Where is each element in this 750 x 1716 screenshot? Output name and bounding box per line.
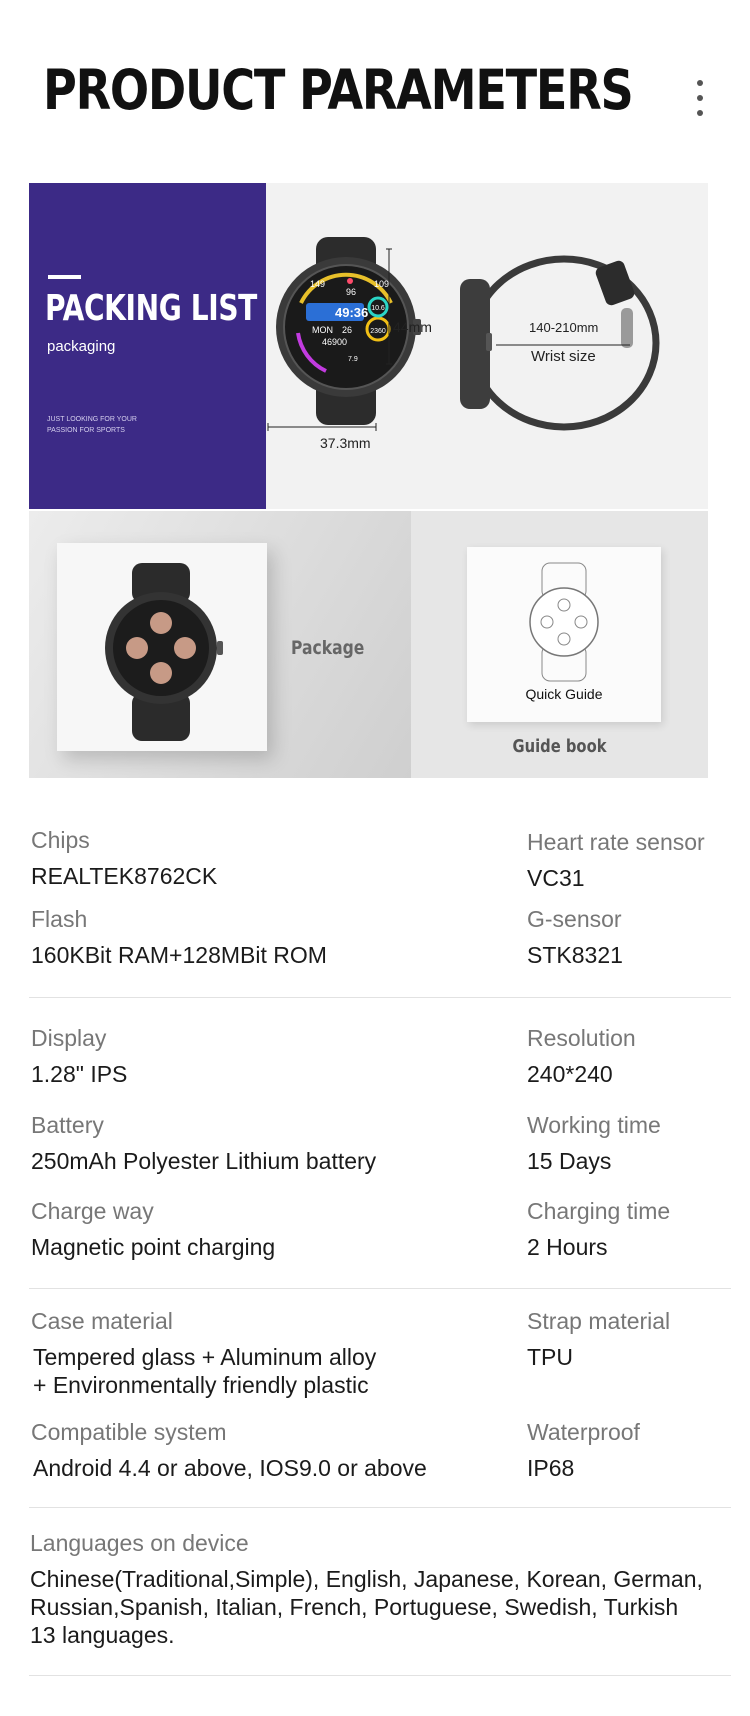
spec-label: Languages on device [30,1530,249,1556]
watch-face-heart: 96 [346,287,356,297]
watch-face-stat-small: 10.6 [371,305,385,312]
dimension-height: 44mm [393,319,432,335]
package-box [57,543,267,751]
watch-dimensions-panel: 49:36 149 96 109 MON 26 46900 2360 10.6 … [266,183,708,509]
guide-book-panel: Quick Guide Guide book [411,511,708,778]
spec-value: 240*240 [527,1061,613,1087]
watch-dimensions-illustration: 49:36 149 96 109 MON 26 46900 2360 10.6 … [267,237,660,431]
spec-label: G-sensor [527,906,622,932]
quick-guide-card: Quick Guide [467,547,661,722]
spec-label: Case material [31,1308,173,1334]
spec-g-sensor: G-sensor STK8321 [527,906,623,969]
spec-label: Heart rate sensor [527,829,705,855]
spec-waterproof: Waterproof IP68 [527,1419,640,1482]
package-caption: Package [291,637,365,659]
quick-guide-watch-sketch [529,562,599,682]
packing-list-panel: PACKING LIST packaging JUST LOOKING FOR … [29,183,266,509]
spec-value-line-2: + Environmentally friendly plastic [33,1372,369,1398]
dimension-width: 37.3mm [320,435,371,451]
spec-compatible-system: Compatible system Android 4.4 or above, … [31,1419,427,1482]
more-options-icon[interactable] [690,78,710,118]
section-divider [29,1507,731,1508]
spec-value: Android 4.4 or above, IOS9.0 or above [33,1455,427,1481]
spec-heart-rate-sensor: Heart rate sensor VC31 [527,829,705,892]
spec-label: Waterproof [527,1419,640,1445]
watch-face-date: 26 [342,325,352,335]
spec-label: Display [31,1025,107,1051]
spec-flash: Flash 160KBit RAM+128MBit ROM [31,906,327,969]
spec-display: Display 1.28" IPS [31,1025,127,1088]
package-watch-image [105,563,223,741]
spec-value: 250mAh Polyester Lithium battery [31,1148,377,1174]
spec-value: 1.28" IPS [31,1061,128,1087]
spec-value: Magnetic point charging [31,1234,276,1260]
spec-value-line-2: Russian,Spanish, Italian, French, Portug… [30,1594,679,1620]
packing-list-subtitle: packaging [47,338,116,355]
spec-label: Chips [31,827,90,853]
spec-strap-material: Strap material TPU [527,1308,670,1371]
spec-value-line-1: Tempered glass + Aluminum alloy [33,1344,377,1370]
spec-value: VC31 [527,865,585,891]
spec-languages: Languages on device Chinese(Traditional,… [30,1530,703,1649]
dimension-wrist-label: Wrist size [531,348,596,365]
spec-value: IP68 [527,1455,575,1481]
spec-label: Resolution [527,1025,636,1051]
spec-label: Working time [527,1112,661,1138]
watch-face-time: 49:36 [335,305,368,320]
section-divider [29,1288,731,1289]
spec-label: Strap material [527,1308,671,1334]
section-divider [29,1675,731,1676]
spec-value-line-3: 13 languages. [30,1622,175,1648]
spec-label: Flash [31,906,88,932]
packing-list-accent-bar [48,275,81,279]
spec-battery: Battery 250mAh Polyester Lithium battery [31,1112,376,1175]
watch-face-stat-left: 149 [310,279,325,289]
package-panel: Package [29,511,411,778]
spec-case-material: Case material Tempered glass + Aluminum … [31,1308,376,1399]
watch-face-stat-right: 109 [374,279,389,289]
spec-value: REALTEK8762CK [31,863,218,889]
spec-label: Battery [31,1112,104,1138]
watch-face-steps: 46900 [322,337,347,347]
spec-value: 15 Days [527,1148,612,1174]
spec-value: STK8321 [527,942,623,968]
spec-value: TPU [527,1344,573,1370]
spec-label: Charging time [527,1198,671,1224]
watch-face-stat-low: 7.9 [348,356,358,363]
spec-label: Compatible system [31,1419,227,1445]
watch-face-calories: 2360 [370,328,386,335]
spec-chips: Chips REALTEK8762CK [31,827,217,890]
packing-list-tagline: JUST LOOKING FOR YOUR PASSION FOR SPORTS [47,416,137,434]
spec-value-line-1: Chinese(Traditional,Simple), English, Ja… [30,1566,703,1592]
spec-working-time: Working time 15 Days [527,1112,661,1175]
page-title: PRODUCT PARAMETERS [43,58,634,122]
spec-value: 160KBit RAM+128MBit ROM [31,942,327,968]
section-divider [29,997,731,998]
spec-value: 2 Hours [527,1234,608,1260]
dimension-wrist-range: 140-210mm [529,320,599,335]
watch-face-day: MON [312,325,333,335]
guide-book-caption: Guide book [512,736,607,757]
spec-label: Charge way [31,1198,154,1224]
quick-guide-label: Quick Guide [525,686,603,702]
packing-list-title: PACKING LIST [45,288,257,329]
spec-charging-time: Charging time 2 Hours [527,1198,670,1261]
spec-resolution: Resolution 240*240 [527,1025,636,1088]
spec-charge-way: Charge way Magnetic point charging [31,1198,275,1261]
